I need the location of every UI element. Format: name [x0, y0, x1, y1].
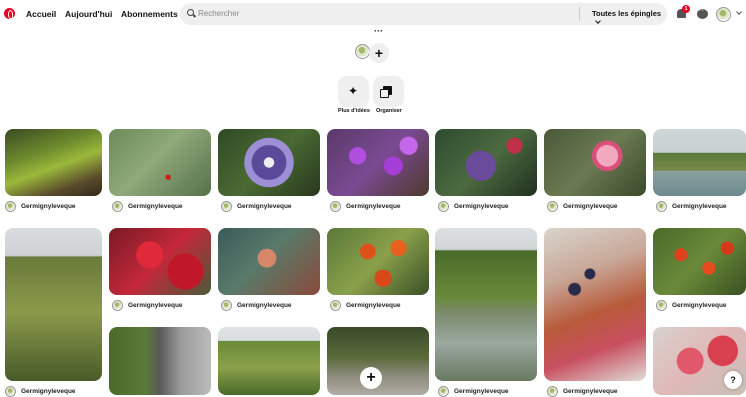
author-name: Germignyleveque: [454, 203, 509, 210]
pin-image-rowan[interactable]: [653, 228, 746, 295]
search-filter-dropdown[interactable]: Toutes les épingles: [592, 9, 667, 27]
author-avatar: [656, 201, 667, 212]
add-pin-button[interactable]: +: [360, 367, 382, 389]
author-name: Germignyleveque: [128, 302, 183, 309]
pin-image-river[interactable]: [653, 129, 746, 196]
author-avatar: [438, 201, 449, 212]
author-avatar: [330, 201, 341, 212]
author-name: Germignyleveque: [21, 388, 76, 395]
account-avatar[interactable]: [716, 7, 731, 22]
filter-label: Toutes les épingles: [592, 9, 662, 18]
organize-button[interactable]: [373, 76, 404, 107]
pin-author[interactable]: Germignyleveque: [5, 386, 76, 397]
organize-icon: [380, 86, 392, 98]
messages-icon[interactable]: [697, 7, 708, 19]
pin-image-river-reflection[interactable]: [435, 228, 537, 381]
pin-image-red-leaves[interactable]: [109, 228, 211, 295]
author-name: Germignyleveque: [128, 203, 183, 210]
search-input[interactable]: Rechercher: [198, 9, 239, 18]
author-name: Germignyleveque: [672, 302, 727, 309]
pin-image-passion-flower[interactable]: [218, 129, 320, 196]
author-avatar: [438, 386, 449, 397]
pin-image-mushrooms[interactable]: [5, 129, 102, 196]
top-header: Accueil Aujourd'hui Abonnements Recherch…: [0, 0, 746, 30]
pin-image-beautyberry[interactable]: [327, 129, 429, 196]
author-avatar: [221, 300, 232, 311]
author-avatar: [112, 201, 123, 212]
author-avatar: [547, 386, 558, 397]
pin-author[interactable]: Germignyleveque: [656, 201, 727, 212]
pin-image-creeper-berries[interactable]: [544, 228, 646, 381]
nav-home[interactable]: Accueil: [26, 9, 56, 19]
author-avatar: [221, 201, 232, 212]
pin-author[interactable]: Germignyleveque: [112, 201, 183, 212]
add-collaborator-button[interactable]: +: [369, 43, 389, 63]
sparkle-icon: ✦: [348, 84, 359, 98]
author-avatar: [330, 300, 341, 311]
author-avatar: [5, 201, 16, 212]
nav-following[interactable]: Abonnements: [121, 9, 178, 19]
notification-badge: 1: [682, 5, 690, 13]
board-owner-avatar[interactable]: [355, 44, 370, 59]
pin-author[interactable]: Germignyleveque: [547, 201, 618, 212]
pin-author[interactable]: Germignyleveque: [656, 300, 727, 311]
author-avatar: [5, 386, 16, 397]
pin-image-purple-flowers[interactable]: [435, 129, 537, 196]
organize-label: Organiser: [376, 108, 402, 114]
author-name: Germignyleveque: [21, 203, 76, 210]
pin-image-pink-bud[interactable]: [544, 129, 646, 196]
chevron-down-icon: [595, 18, 601, 24]
more-ideas-label: Plus d'idées: [338, 108, 370, 114]
author-avatar: [112, 300, 123, 311]
pin-author[interactable]: Germignyleveque: [438, 386, 509, 397]
author-avatar: [547, 201, 558, 212]
author-avatar: [656, 300, 667, 311]
pin-author[interactable]: Germignyleveque: [330, 300, 401, 311]
pin-image-seedhead[interactable]: +: [327, 327, 429, 395]
pin-image-red-berry[interactable]: [109, 129, 211, 196]
pin-author[interactable]: Germignyleveque: [221, 300, 292, 311]
pin-author[interactable]: Germignyleveque: [330, 201, 401, 212]
pin-image-statue[interactable]: [109, 327, 211, 395]
author-name: Germignyleveque: [346, 302, 401, 309]
pin-author[interactable]: Germignyleveque: [5, 201, 76, 212]
search-divider: [579, 7, 580, 21]
author-name: Germignyleveque: [672, 203, 727, 210]
author-name: Germignyleveque: [563, 388, 618, 395]
author-name: Germignyleveque: [346, 203, 401, 210]
pin-author[interactable]: Germignyleveque: [547, 386, 618, 397]
search-icon: [187, 9, 194, 16]
pin-author[interactable]: Germignyleveque: [112, 300, 183, 311]
pin-image-butterfly[interactable]: [218, 228, 320, 295]
author-name: Germignyleveque: [237, 203, 292, 210]
author-name: Germignyleveque: [454, 388, 509, 395]
account-chevron-icon[interactable]: [736, 9, 742, 15]
author-name: Germignyleveque: [563, 203, 618, 210]
pinterest-logo-icon[interactable]: [4, 8, 15, 19]
more-ideas-button[interactable]: ✦: [338, 76, 369, 107]
help-button[interactable]: ?: [724, 371, 742, 389]
author-name: Germignyleveque: [237, 302, 292, 309]
nav-today[interactable]: Aujourd'hui: [65, 9, 112, 19]
more-options-icon[interactable]: ···: [374, 26, 383, 36]
pin-author[interactable]: Germignyleveque: [221, 201, 292, 212]
pin-author[interactable]: Germignyleveque: [438, 201, 509, 212]
pin-image-green-trees[interactable]: [218, 327, 320, 395]
search-bar[interactable]: Rechercher Toutes les épingles: [180, 3, 667, 25]
pin-image-autumn-tree[interactable]: [5, 228, 102, 381]
pin-image-lanterns[interactable]: [327, 228, 429, 295]
